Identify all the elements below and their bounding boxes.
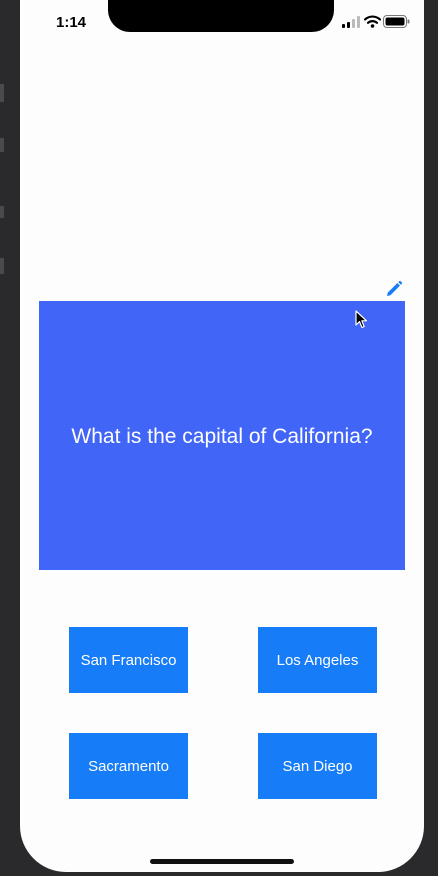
question-text: What is the capital of California? bbox=[71, 424, 373, 448]
status-icons bbox=[340, 14, 412, 32]
device-side-button bbox=[0, 258, 4, 274]
answer-button-sacramento[interactable]: Sacramento bbox=[69, 733, 188, 799]
edit-button[interactable] bbox=[384, 279, 404, 299]
device-notch bbox=[108, 0, 334, 32]
device-side-button bbox=[0, 206, 4, 218]
device-side-button bbox=[0, 84, 4, 102]
device-side-button bbox=[0, 138, 4, 152]
answer-button-san-diego[interactable]: San Diego bbox=[258, 733, 377, 799]
wifi-icon bbox=[364, 15, 381, 28]
signal-icon bbox=[342, 16, 360, 28]
question-card[interactable]: What is the capital of California? bbox=[39, 301, 405, 570]
answer-button-los-angeles[interactable]: Los Angeles bbox=[258, 627, 377, 693]
device-frame: 1:14 What is the capital of California? … bbox=[0, 0, 438, 876]
battery-icon bbox=[383, 15, 410, 28]
pencil-icon bbox=[387, 280, 403, 296]
home-indicator[interactable] bbox=[150, 859, 294, 864]
mouse-cursor-icon bbox=[355, 310, 368, 329]
answer-button-san-francisco[interactable]: San Francisco bbox=[69, 627, 188, 693]
status-time: 1:14 bbox=[55, 14, 87, 31]
